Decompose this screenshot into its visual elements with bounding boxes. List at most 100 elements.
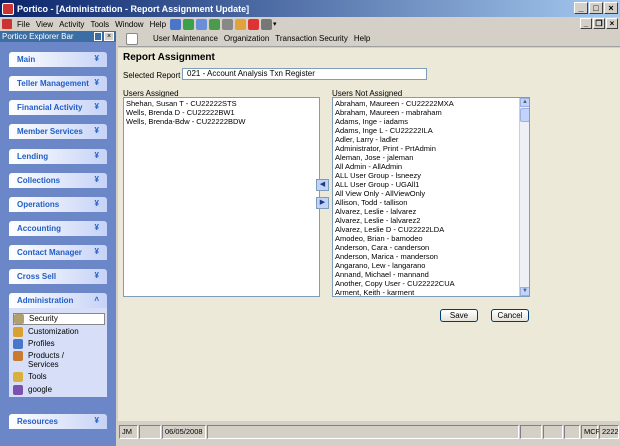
list-item[interactable]: Adams, Inge - iadams (335, 117, 517, 126)
title-bar: Portico - [Administration - Report Assig… (0, 0, 620, 17)
chevron-down-icon: ¥ (94, 126, 99, 135)
admin-item-profiles[interactable]: Profiles (13, 339, 105, 349)
list-item[interactable]: Anderson, Marica - manderson (335, 252, 517, 261)
menu-activity[interactable]: Activity (56, 20, 87, 29)
status-blank-4 (564, 425, 580, 439)
scroll-down-icon[interactable]: ▼ (520, 287, 529, 296)
list-item[interactable]: Arment, Keith - karment (335, 288, 517, 296)
chevron-down-icon[interactable]: ▾ (273, 20, 277, 28)
list-item[interactable]: Shehan, Susan T - CU22222STS (126, 99, 317, 108)
list-scrollbar[interactable]: ▲ ▼ (519, 98, 529, 296)
toolbar-users-icon[interactable] (196, 18, 208, 30)
list-item[interactable]: ALL User Group - UGAll1 (335, 180, 517, 189)
menu-file[interactable]: File (14, 20, 33, 29)
maximize-icon[interactable]: □ (589, 2, 603, 14)
list-item[interactable]: Alvarez, Leslie - lalvarez2 (335, 216, 517, 225)
section-main[interactable]: Main ¥ (9, 52, 107, 67)
mdi-restore-icon[interactable]: ❐ (593, 18, 605, 29)
close-icon[interactable]: × (604, 2, 618, 14)
list-item[interactable]: ALL User Group - lsneezy (335, 171, 517, 180)
tools-icon (13, 372, 23, 382)
explorer-close-icon[interactable]: × (104, 32, 114, 41)
toolbar-refresh-icon[interactable] (183, 18, 195, 30)
menu-transaction-security[interactable]: Transaction Security (272, 34, 351, 43)
profiles-icon (13, 339, 23, 349)
admin-item-tools[interactable]: Tools (13, 372, 105, 382)
section-financial-activity[interactable]: Financial Activity ¥ (9, 100, 107, 115)
scroll-up-icon[interactable]: ▲ (520, 98, 529, 107)
list-item[interactable]: Abraham, Maureen - mabraham (335, 108, 517, 117)
unassign-right-button[interactable]: ▶ (316, 197, 329, 209)
list-item[interactable]: Amodeo, Brian - bamodeo (335, 234, 517, 243)
google-icon (13, 385, 23, 395)
mdi-close-icon[interactable]: × (606, 18, 618, 29)
report-assignment-form: Report Assignment Selected Report 021 - … (118, 48, 620, 421)
section-contact-manager[interactable]: Contact Manager ¥ (9, 245, 107, 260)
list-item[interactable]: All Admin - AllAdmin (335, 162, 517, 171)
users-not-assigned-list[interactable]: Abraham, Maureen - CU22222MXA Abraham, M… (332, 97, 530, 297)
cancel-button[interactable]: Cancel (491, 309, 529, 322)
status-date: 06/05/2008 (162, 425, 206, 439)
mdi-minimize-icon[interactable]: _ (580, 18, 592, 29)
chevron-down-icon: ¥ (94, 271, 99, 280)
products-icon (13, 351, 23, 361)
main-panel: User Maintenance Organization Transactio… (118, 31, 620, 421)
section-operations[interactable]: Operations ¥ (9, 197, 107, 212)
key-icon (14, 314, 24, 324)
save-button[interactable]: Save (440, 309, 478, 322)
chevron-down-icon: ¥ (94, 175, 99, 184)
list-item[interactable]: Adams, Inge L - CU22222ILA (335, 126, 517, 135)
list-item[interactable]: Administrator, Print - PrtAdmin (335, 144, 517, 153)
toolbar-calculator-icon[interactable] (170, 18, 182, 30)
menu-organization[interactable]: Organization (221, 34, 272, 43)
menu-view[interactable]: View (33, 20, 56, 29)
list-item[interactable]: Allison, Todd - tallison (335, 198, 517, 207)
menu-tools[interactable]: Tools (87, 20, 112, 29)
menu-help-main[interactable]: Help (351, 34, 373, 43)
list-item[interactable]: Alvarez, Leslie - lalvarez (335, 207, 517, 216)
list-item[interactable]: Another, Copy User - CU22222CUA (335, 279, 517, 288)
admin-item-security[interactable]: Security (13, 313, 105, 325)
list-item[interactable]: Abraham, Maureen - CU22222MXA (335, 99, 517, 108)
administration-panel: Security Customization Profiles Products… (9, 308, 107, 397)
list-item[interactable]: Angarano, Lew - langarano (335, 261, 517, 270)
assign-left-button[interactable]: ◀ (316, 179, 329, 191)
list-item[interactable]: Wells, Brenda D - CU22222BW1 (126, 108, 317, 117)
toolbar-book-icon[interactable] (209, 18, 221, 30)
section-teller-management[interactable]: Teller Management ¥ (9, 76, 107, 91)
toolbar-bell-icon[interactable] (235, 18, 247, 30)
list-item[interactable]: Adler, Larry - ladler (335, 135, 517, 144)
list-item[interactable]: Alvarez, Leslie D - CU22222LDA (335, 225, 517, 234)
chevron-down-icon: ¥ (94, 416, 99, 425)
section-collections[interactable]: Collections ¥ (9, 173, 107, 188)
admin-item-google[interactable]: google (13, 385, 105, 395)
toolbar-print-icon[interactable] (261, 18, 273, 30)
menu-help[interactable]: Help (147, 20, 169, 29)
scroll-thumb[interactable] (520, 108, 529, 122)
users-assigned-list[interactable]: Shehan, Susan T - CU22222STS Wells, Bren… (123, 97, 320, 297)
menu-user-maintenance[interactable]: User Maintenance (150, 34, 221, 43)
status-code: MCF (581, 425, 600, 439)
list-item[interactable]: Anderson, Cara - canderson (335, 243, 517, 252)
minimize-icon[interactable]: _ (574, 2, 588, 14)
list-item[interactable]: Aleman, Jose - jaleman (335, 153, 517, 162)
toolbar-arrow-icon[interactable] (248, 18, 260, 30)
section-accounting[interactable]: Accounting ¥ (9, 221, 107, 236)
section-member-services[interactable]: Member Services ¥ (9, 124, 107, 139)
pin-icon[interactable] (94, 32, 102, 41)
menu-window[interactable]: Window (112, 20, 146, 29)
section-cross-sell[interactable]: Cross Sell ¥ (9, 269, 107, 284)
list-item[interactable]: All View Only - AllViewOnly (335, 189, 517, 198)
section-resources[interactable]: Resources ¥ (9, 414, 107, 429)
toolbar-save-icon[interactable] (222, 18, 234, 30)
menu-bar: File View Activity Tools Window Help ▾ _… (0, 17, 620, 31)
main-menu: User Maintenance Organization Transactio… (118, 31, 620, 47)
status-blank (139, 425, 161, 439)
list-item[interactable]: Wells, Brenda-Bdw - CU22222BDW (126, 117, 317, 126)
list-item[interactable]: Annand, Michael - mannand (335, 270, 517, 279)
admin-item-products-services[interactable]: Products / Services (13, 351, 105, 369)
admin-item-customization[interactable]: Customization (13, 327, 105, 337)
window-title: Portico - [Administration - Report Assig… (17, 3, 250, 14)
section-administration[interactable]: Administration ˄ (9, 293, 107, 308)
section-lending[interactable]: Lending ¥ (9, 149, 107, 164)
